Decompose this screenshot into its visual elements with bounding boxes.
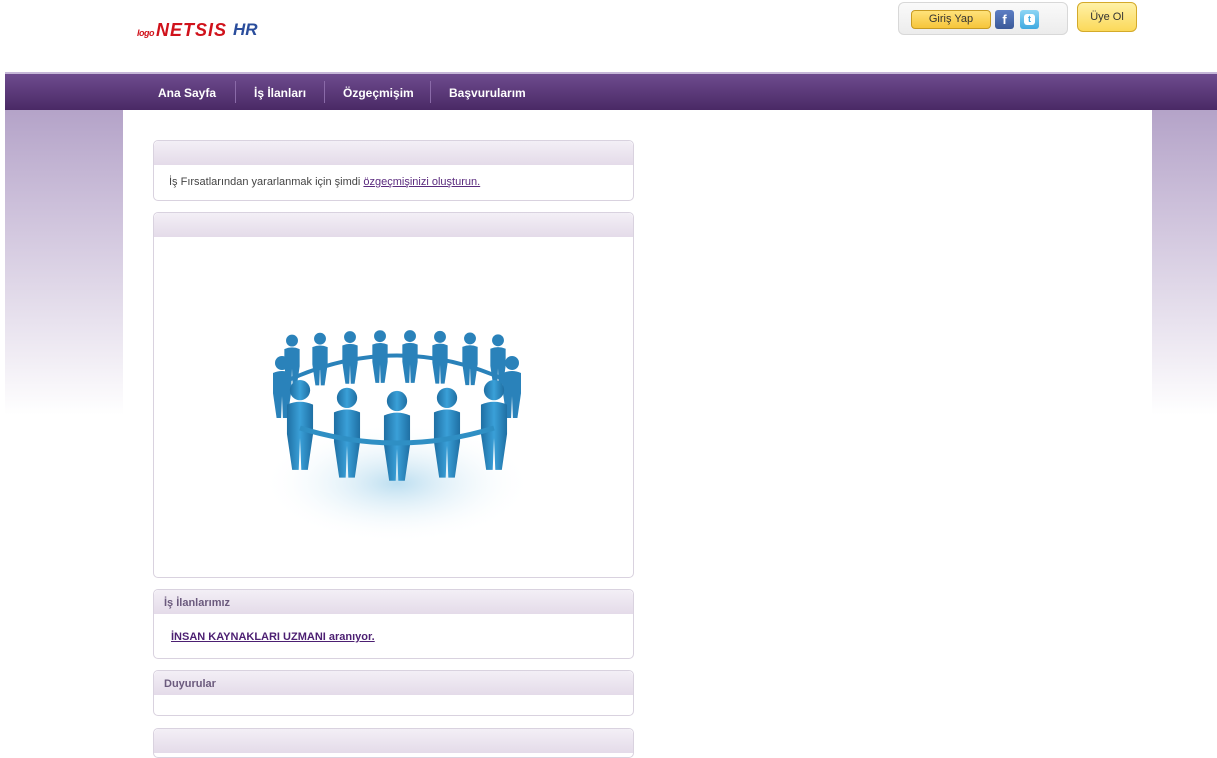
nav-item-applications[interactable]: Başvurularım [449, 74, 526, 110]
panel-header [154, 729, 633, 753]
extra-panel [153, 728, 634, 758]
main-nav: Ana Sayfa İş İlanları Özgeçmişim Başvuru… [5, 74, 1217, 110]
facebook-icon[interactable]: f [995, 10, 1014, 29]
job-listings-panel: İş İlanlarımız İNSAN KAYNAKLARI UZMANI a… [153, 589, 634, 659]
login-button[interactable]: Giriş Yap [911, 10, 991, 29]
side-decoration-right [1152, 110, 1217, 415]
nav-separator [430, 81, 431, 103]
intro-panel: İş Fırsatlarından yararlanmak için şimdi… [153, 140, 634, 201]
nav-separator [324, 81, 325, 103]
login-box: Giriş Yap f t [898, 2, 1068, 35]
signup-button[interactable]: Üye Ol [1077, 2, 1137, 32]
announcements-panel: Duyurular [153, 670, 634, 716]
panel-header [154, 141, 633, 165]
logo-brand: NETSIS [156, 20, 228, 40]
twitter-glyph: t [1024, 14, 1035, 25]
nav-item-jobs[interactable]: İş İlanları [254, 74, 306, 110]
facebook-glyph: f [1002, 12, 1007, 27]
create-resume-link[interactable]: özgeçmişinizi oluşturun. [363, 176, 480, 188]
netsis-hr-logo[interactable]: logo NETSIS HR [137, 18, 258, 40]
panel-header [154, 213, 633, 237]
nav-item-resume[interactable]: Özgeçmişim [343, 74, 414, 110]
person-figure [312, 332, 328, 386]
job-listing-link[interactable]: İNSAN KAYNAKLARI UZMANI aranıyor. [171, 631, 375, 643]
twitter-icon[interactable]: t [1020, 10, 1039, 29]
side-decoration-left [5, 110, 123, 415]
image-panel [153, 212, 634, 578]
intro-text: İş Fırsatlarından yararlanmak için şimdi [169, 176, 364, 188]
nav-separator [235, 81, 236, 103]
intro-message: İş Fırsatlarından yararlanmak için şimdi… [169, 176, 480, 188]
panel-title: İş İlanlarımız [154, 590, 633, 614]
logo-suffix: HR [233, 20, 258, 39]
people-circle-image [262, 330, 532, 543]
panel-title: Duyurular [154, 671, 633, 695]
logo-prefix: logo [137, 28, 155, 38]
nav-item-home[interactable]: Ana Sayfa [158, 74, 216, 110]
person-figure [462, 332, 478, 386]
